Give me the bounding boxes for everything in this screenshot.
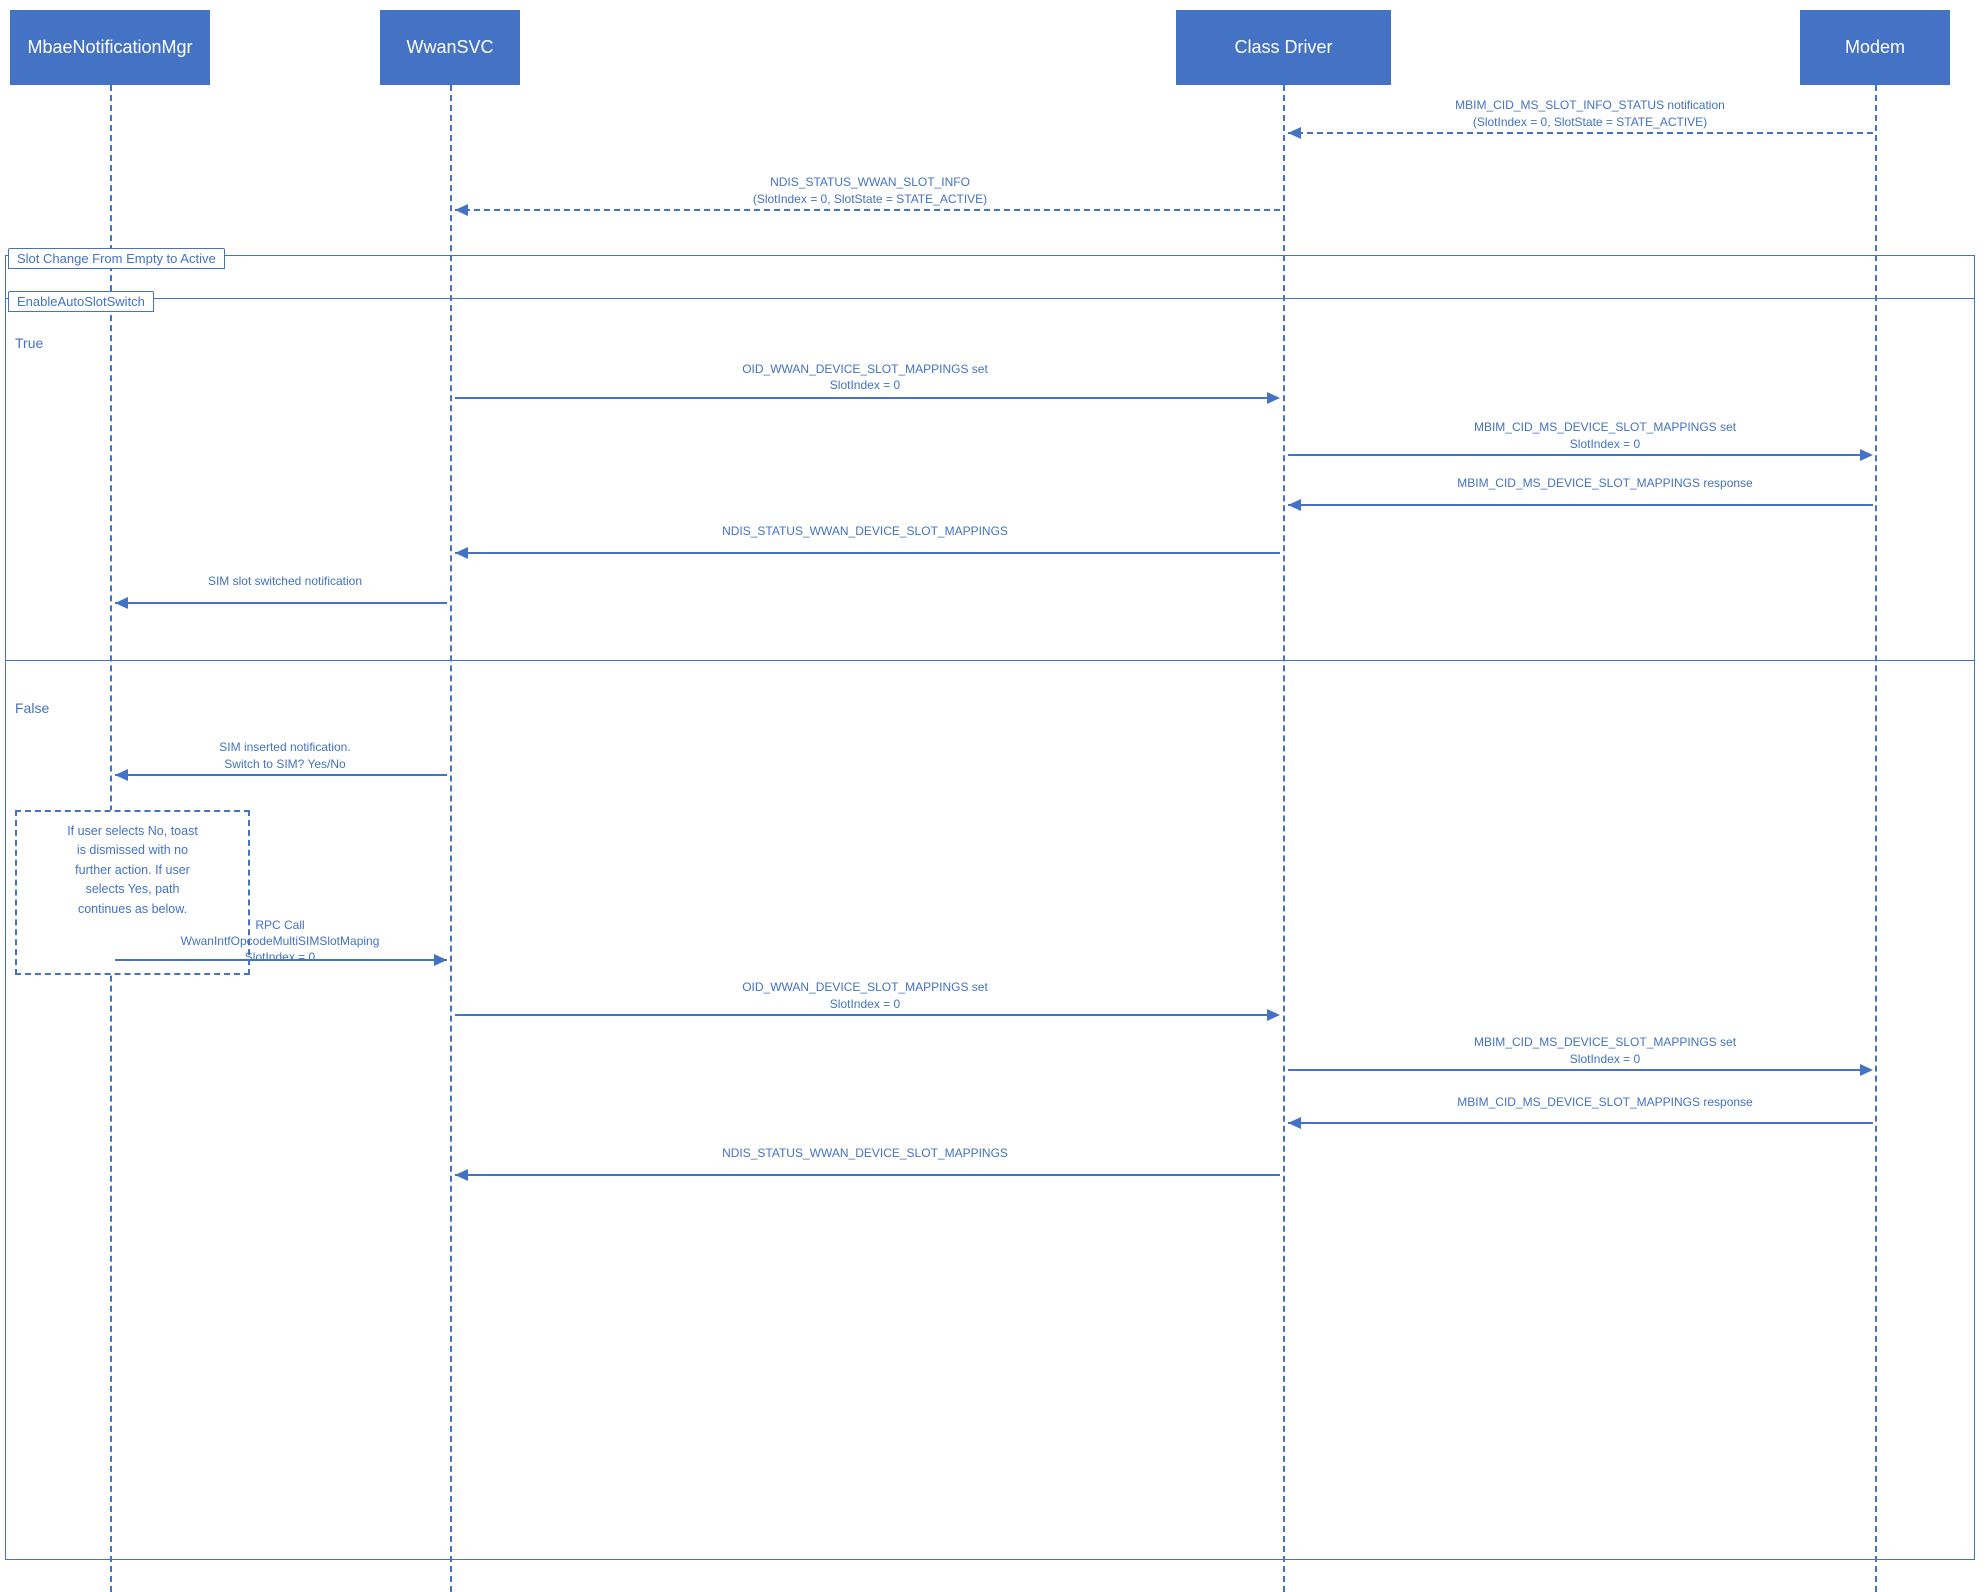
label-msg1a: MBIM_CID_MS_SLOT_INFO_STATUS notificatio… <box>1320 98 1860 112</box>
label-msg6: NDIS_STATUS_WWAN_DEVICE_SLOT_MAPPINGS <box>560 524 1170 538</box>
label-msg11b: SlotIndex = 0 <box>1345 1052 1865 1066</box>
label-msg1b: (SlotIndex = 0, SlotState = STATE_ACTIVE… <box>1320 115 1860 129</box>
section-slot-change-label: Slot Change From Empty to Active <box>8 248 225 269</box>
label-msg10b: SlotIndex = 0 <box>555 997 1175 1011</box>
label-msg2b: (SlotIndex = 0, SlotState = STATE_ACTIVE… <box>550 192 1190 206</box>
label-msg11a: MBIM_CID_MS_DEVICE_SLOT_MAPPINGS set <box>1345 1035 1865 1049</box>
false-label: False <box>15 700 49 716</box>
actor-wwan: WwanSVC <box>380 10 520 85</box>
arrow-msg13 <box>450 1160 1285 1190</box>
actor-modem: Modem <box>1800 10 1950 85</box>
label-msg5: MBIM_CID_MS_DEVICE_SLOT_MAPPINGS respons… <box>1350 476 1860 490</box>
arrow-msg6 <box>450 538 1285 568</box>
actor-mbae: MbaeNotificationMgr <box>10 10 210 85</box>
true-label: True <box>15 335 43 351</box>
label-msg9c: SlotIndex = 0 <box>115 950 445 964</box>
label-msg9a: RPC Call <box>115 918 445 932</box>
label-msg4a: MBIM_CID_MS_DEVICE_SLOT_MAPPINGS set <box>1350 420 1860 434</box>
label-msg13: NDIS_STATUS_WWAN_DEVICE_SLOT_MAPPINGS <box>560 1146 1170 1160</box>
arrow-msg5 <box>1283 490 1878 520</box>
section-divider <box>5 660 1975 661</box>
label-msg10a: OID_WWAN_DEVICE_SLOT_MAPPINGS set <box>555 980 1175 994</box>
label-msg4b: SlotIndex = 0 <box>1350 437 1860 451</box>
label-msg3b: SlotIndex = 0 <box>560 378 1170 392</box>
arrow-msg7 <box>110 588 452 618</box>
label-msg9b: WwanIntfOpcodeMultiSIMSlotMaping <box>115 934 445 948</box>
label-msg12: MBIM_CID_MS_DEVICE_SLOT_MAPPINGS respons… <box>1345 1095 1865 1109</box>
label-msg2a: NDIS_STATUS_WWAN_SLOT_INFO <box>550 175 1190 189</box>
sequence-diagram: MbaeNotificationMgr WwanSVC Class Driver… <box>0 0 1986 1592</box>
actor-classdriver: Class Driver <box>1176 10 1391 85</box>
section-enable-auto-label: EnableAutoSlotSwitch <box>8 291 154 312</box>
label-msg8a: SIM inserted notification. <box>130 740 440 754</box>
arrow-msg12 <box>1283 1108 1878 1138</box>
label-msg7: SIM slot switched notification <box>130 574 440 588</box>
label-msg3a: OID_WWAN_DEVICE_SLOT_MAPPINGS set <box>560 362 1170 376</box>
label-msg8b: Switch to SIM? Yes/No <box>130 757 440 771</box>
